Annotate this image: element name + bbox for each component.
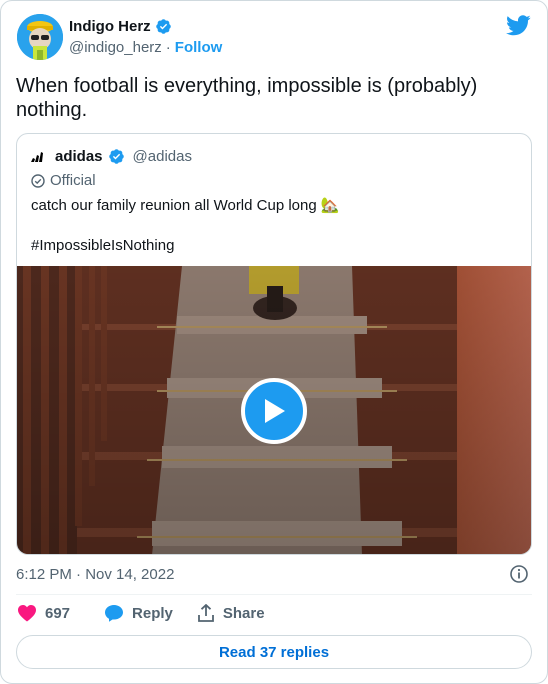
quoted-author-name: adidas xyxy=(55,148,103,165)
reply-label: Reply xyxy=(132,604,173,622)
official-badge-icon xyxy=(31,173,45,188)
verified-badge-icon xyxy=(155,19,171,34)
twitter-bird-icon[interactable] xyxy=(506,15,531,36)
tweet-timestamp[interactable]: 6:12 PM · Nov 14, 2022 xyxy=(16,566,174,583)
read-replies-button[interactable]: Read 37 replies xyxy=(16,635,532,669)
play-icon xyxy=(265,399,285,423)
reply-button[interactable]: Reply xyxy=(104,604,173,622)
info-icon[interactable] xyxy=(509,564,529,584)
heart-icon xyxy=(18,605,36,622)
verified-badge-icon xyxy=(108,149,124,164)
quoted-tweet[interactable]: adidas @adidas Official catch our family… xyxy=(16,133,532,555)
adidas-logo-icon xyxy=(31,152,43,162)
share-button[interactable]: Share xyxy=(197,604,265,622)
divider xyxy=(16,594,532,595)
action-bar: 697 Reply Share xyxy=(17,604,265,622)
quoted-tweet-header: adidas @adidas xyxy=(31,148,192,165)
quoted-tweet-text: catch our family reunion all World Cup l… xyxy=(31,197,340,254)
official-label: Official xyxy=(50,172,96,189)
reply-bubble-icon xyxy=(105,605,124,622)
tweet-text: When football is everything, impossible … xyxy=(16,75,478,121)
like-count: 697 xyxy=(45,604,71,622)
video-thumbnail[interactable] xyxy=(17,266,531,554)
play-button[interactable] xyxy=(241,378,307,444)
author-name-row: Indigo Herz xyxy=(69,18,172,35)
author-handle-row: @indigo_herz · Follow xyxy=(69,39,222,56)
share-label: Share xyxy=(222,604,265,622)
separator: · xyxy=(165,39,171,56)
official-label-row: Official xyxy=(31,172,96,189)
avatar[interactable] xyxy=(17,14,63,60)
avatar-image xyxy=(17,14,63,60)
follow-button[interactable]: Follow xyxy=(175,39,223,56)
author-handle[interactable]: @indigo_herz xyxy=(69,39,162,56)
author-name[interactable]: Indigo Herz xyxy=(69,18,151,35)
share-icon xyxy=(197,604,214,622)
quoted-author-handle: @adidas xyxy=(132,148,192,165)
tweet-card: Indigo Herz @indigo_herz · Follow When f… xyxy=(0,0,548,684)
like-button[interactable]: 697 xyxy=(17,604,70,622)
